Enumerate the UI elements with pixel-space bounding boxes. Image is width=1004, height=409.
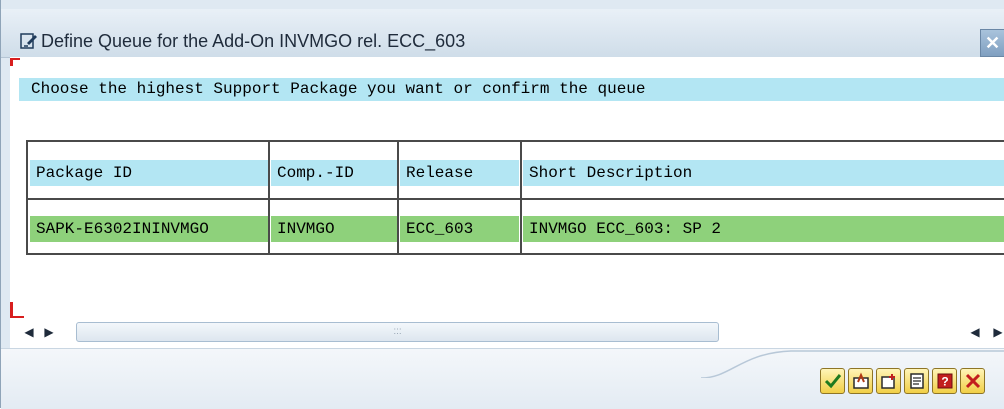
checkmark-icon (824, 374, 841, 389)
grid-line-col3 (520, 140, 522, 255)
dialog-window: Define Queue for the Add-On INVMGO rel. … (0, 0, 1004, 409)
cancel-button[interactable] (960, 368, 985, 394)
cancel-icon (965, 373, 980, 389)
help-button[interactable]: ? (932, 368, 957, 394)
scroll-thumb[interactable]: ::: (76, 322, 719, 342)
grid-line-col2 (397, 140, 399, 255)
grid-line-bottom (26, 253, 1004, 255)
horizontal-scrollbar[interactable]: ◀ ▶ ::: ◀ ▶ (10, 320, 1004, 344)
scroll-left-icon[interactable]: ◀ (24, 324, 34, 340)
window-title: Define Queue for the Add-On INVMGO rel. … (41, 31, 466, 51)
cell-short-description[interactable]: INVMGO ECC_603: SP 2 (523, 216, 1004, 242)
grid-line-left (26, 140, 28, 255)
confirm-button[interactable] (820, 368, 845, 394)
help-icon: ? (937, 373, 952, 389)
cell-comp-id[interactable]: INVMGO (271, 216, 398, 242)
list-button[interactable] (904, 368, 929, 394)
add-button[interactable] (876, 368, 901, 394)
select-button[interactable] (848, 368, 873, 394)
svg-text:?: ? (941, 375, 948, 389)
column-header-release[interactable]: Release (400, 160, 519, 186)
edit-icon (19, 32, 39, 52)
grid-line-middle (26, 198, 1004, 200)
resize-marker-bottom-h (10, 316, 24, 318)
select-icon (852, 372, 869, 389)
column-header-package-id[interactable]: Package ID (30, 160, 268, 186)
queue-table: Package ID Comp.-ID Release Short Descri… (26, 140, 1004, 255)
close-button[interactable]: ✕ (980, 29, 1004, 57)
grid-line-col1 (268, 140, 270, 255)
title-bar[interactable]: Define Queue for the Add-On INVMGO rel. … (1, 9, 1004, 58)
list-icon (909, 373, 924, 389)
grid-line-top (26, 140, 1004, 142)
column-header-short-description[interactable]: Short Description (523, 160, 1004, 186)
cell-release[interactable]: ECC_603 (400, 216, 519, 242)
scroll-right-end-icon[interactable]: ▶ (993, 324, 1003, 340)
add-icon (880, 374, 895, 389)
cell-package-id[interactable]: SAPK-E6302ININVMGO (30, 216, 268, 242)
scroll-right-icon[interactable]: ▶ (44, 324, 54, 340)
scroll-left-end-icon[interactable]: ◀ (970, 324, 980, 340)
resize-marker-top-h (10, 58, 20, 60)
column-header-comp-id[interactable]: Comp.-ID (271, 160, 398, 186)
instruction-banner: Choose the highest Support Package you w… (19, 78, 1004, 101)
